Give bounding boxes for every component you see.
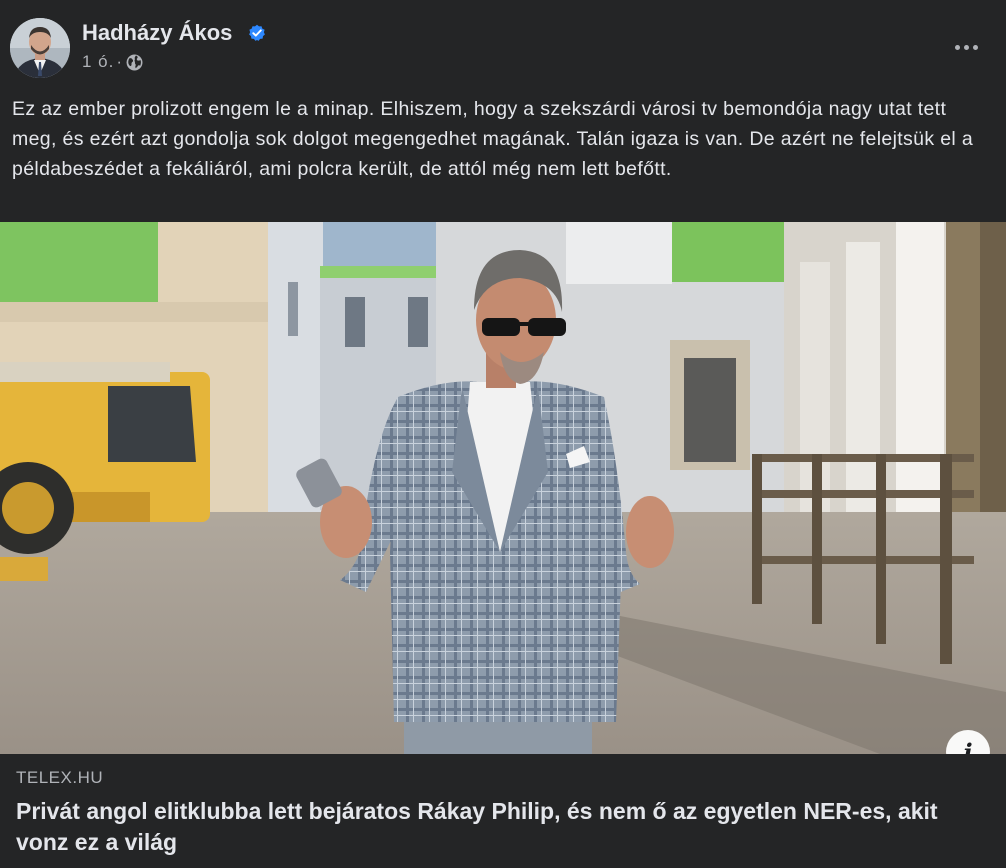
link-domain: TELEX.HU <box>16 768 104 787</box>
link-title[interactable]: Privát angol elitklubba lett bejáratos R… <box>16 796 991 858</box>
avatar-image <box>10 18 70 78</box>
author-avatar[interactable] <box>10 18 70 78</box>
more-options-icon <box>954 44 960 50</box>
verified-badge-icon <box>249 24 265 41</box>
globe-icon[interactable] <box>126 54 143 71</box>
feed-post: Hadházy Ákos 1 ó. · Ez az ember prolizot… <box>0 0 1006 868</box>
more-options-button[interactable] <box>946 30 986 64</box>
link-preview[interactable]: TELEX.HU Privát angol elitklubba lett be… <box>0 754 1006 868</box>
post-meta: 1 ó. · <box>82 52 143 72</box>
post-timestamp[interactable]: 1 ó. <box>82 52 114 72</box>
post-text: Ez az ember prolizott engem le a minap. … <box>12 98 974 180</box>
post-header: Hadházy Ákos 1 ó. · <box>0 0 1006 88</box>
meta-separator: · <box>116 52 123 71</box>
link-preview-image[interactable] <box>0 222 1006 754</box>
author-name[interactable]: Hadházy Ákos <box>82 20 232 46</box>
article-photo <box>0 222 1006 754</box>
